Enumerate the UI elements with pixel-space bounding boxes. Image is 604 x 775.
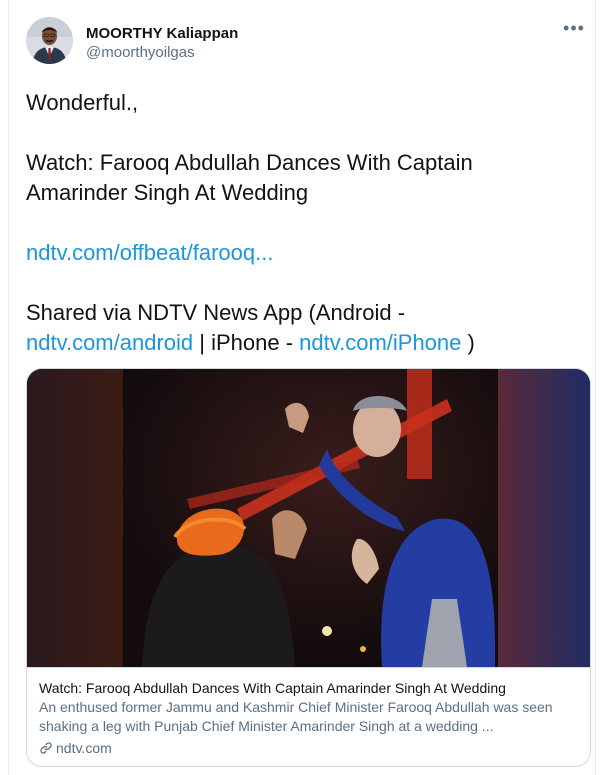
- tweet-header: MOORTHY Kaliappan @moorthyoilgas •••: [26, 17, 586, 69]
- iphone-link[interactable]: ndtv.com/iPhone: [299, 330, 461, 355]
- user-handle[interactable]: @moorthyoilgas: [86, 44, 195, 61]
- tweet-line: Wonderful.,: [26, 90, 139, 115]
- link-preview-card[interactable]: Watch: Farooq Abdullah Dances With Capta…: [26, 368, 591, 767]
- article-link[interactable]: ndtv.com/offbeat/farooq...: [26, 240, 273, 265]
- card-domain[interactable]: ndtv.com: [39, 739, 112, 757]
- tweet-line: Shared via NDTV News App (Android -: [26, 300, 406, 325]
- tweet-container: MOORTHY Kaliappan @moorthyoilgas ••• Won…: [8, 0, 596, 775]
- card-description: An enthused former Jammu and Kashmir Chi…: [39, 699, 553, 734]
- card-info[interactable]: Watch: Farooq Abdullah Dances With Capta…: [27, 667, 590, 766]
- tweet-line: Watch: Farooq Abdullah Dances With Capta…: [26, 150, 473, 175]
- android-link[interactable]: ndtv.com/android: [26, 330, 193, 355]
- avatar[interactable]: [26, 17, 73, 64]
- display-name[interactable]: MOORTHY Kaliappan: [86, 25, 238, 42]
- tweet-line: Amarinder Singh At Wedding: [26, 180, 309, 205]
- video-thumbnail: [27, 369, 590, 667]
- shared-via-line: ndtv.com/android | iPhone - ndtv.com/iPh…: [26, 328, 586, 358]
- more-options-icon[interactable]: •••: [562, 19, 586, 41]
- card-image[interactable]: [27, 369, 590, 667]
- closing-paren: ): [461, 330, 475, 355]
- avatar-photo: [26, 17, 73, 64]
- card-title[interactable]: Watch: Farooq Abdullah Dances With Capta…: [39, 679, 584, 697]
- iphone-separator: | iPhone -: [193, 330, 300, 355]
- tweet-text: Wonderful., Watch: Farooq Abdullah Dance…: [26, 88, 586, 358]
- card-domain-text: ndtv.com: [56, 740, 112, 756]
- link-icon: [40, 742, 52, 754]
